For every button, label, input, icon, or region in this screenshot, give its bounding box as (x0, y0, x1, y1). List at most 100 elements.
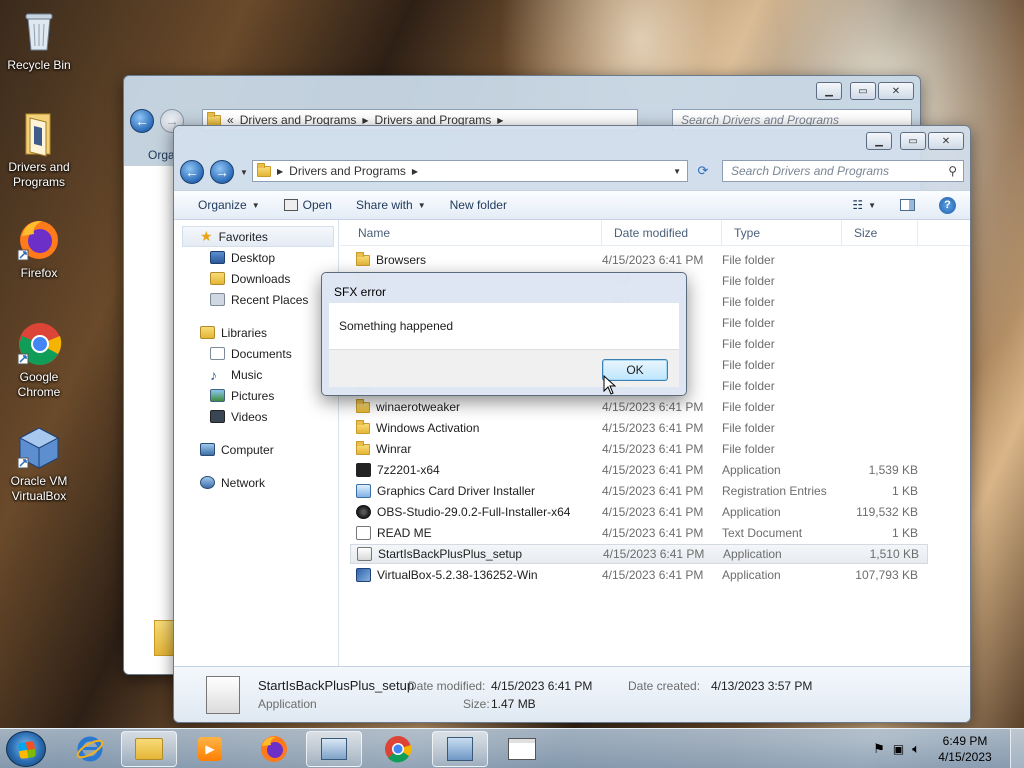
close-button[interactable]: ✕ (928, 132, 964, 150)
desktop-icon-label: Oracle VM VirtualBox (10, 474, 68, 503)
desktop-icon-recycle-bin[interactable]: Recycle Bin (1, 8, 77, 73)
column-date-modified[interactable]: Date modified (602, 220, 722, 245)
sfx-error-dialog[interactable]: SFX error Something happened OK (321, 272, 687, 396)
file-row[interactable]: StartIsBackPlusPlus_setup 4/15/2023 6:41 … (350, 544, 928, 564)
firefox-icon (16, 216, 62, 262)
nav-label: Music (231, 367, 263, 382)
file-name: READ ME (377, 526, 432, 540)
network-status-icon[interactable]: ▣ (893, 742, 904, 756)
back-button[interactable]: ← (130, 109, 154, 133)
close-button[interactable]: ✕ (878, 82, 914, 100)
volume-icon[interactable]: 🔈︎ (912, 741, 920, 757)
column-type[interactable]: Type (722, 220, 842, 245)
minimize-button[interactable]: ▁ (816, 82, 842, 100)
file-name: Winrar (376, 442, 412, 456)
recent-pages-icon[interactable]: ▼ (240, 168, 248, 177)
desktop-icon-firefox[interactable]: Firefox (1, 216, 77, 281)
maximize-button[interactable]: ▭ (850, 82, 876, 100)
file-size: 107,793 KB (855, 568, 918, 582)
file-row[interactable]: VirtualBox-5.2.38-136252-Win 4/15/2023 6:… (350, 565, 928, 585)
folder-row[interactable]: Browsers 4/15/2023 6:41 PM File folder (350, 250, 928, 270)
change-view-button[interactable]: ☷ ▼ (840, 198, 888, 212)
clock[interactable]: 6:49 PM 4/15/2023 (928, 733, 1002, 765)
details-modified-value: 4/15/2023 6:41 PM (491, 679, 593, 693)
file-type: File folder (722, 379, 775, 393)
nav-downloads[interactable]: Downloads (174, 268, 338, 289)
file-row[interactable]: 7z2201-x64 4/15/2023 6:41 PM Application 1,… (350, 460, 928, 480)
desktop-icon-virtualbox[interactable]: Oracle VM VirtualBox (1, 424, 77, 504)
share-with-label: Share with (355, 198, 413, 212)
refresh-button[interactable]: ⟳ (692, 161, 714, 181)
dialog-message: Something happened (339, 319, 454, 333)
downloads-icon (210, 272, 225, 285)
explorer-window[interactable]: ▁ ▭ ✕ ← → ▼ ▶ Drivers and Programs ▶ ▼ ⟳… (173, 125, 971, 723)
nav-videos[interactable]: Videos (174, 406, 338, 427)
forward-button[interactable]: → (210, 160, 234, 184)
taskbar-explorer[interactable] (121, 731, 177, 767)
toolbar-organize-partial[interactable]: Orga (148, 148, 175, 162)
nav-network[interactable]: Network (174, 472, 338, 493)
file-name: winaerotweaker (376, 400, 461, 414)
desktop-icon-drivers-and-programs[interactable]: Drivers and Programs (1, 110, 77, 190)
file-type: Text Document (722, 526, 803, 540)
file-row[interactable]: OBS-Studio-29.0.2-Full-Installer-x64 4/15… (350, 502, 928, 522)
nav-recent-places[interactable]: Recent Places (174, 289, 338, 310)
computer-icon (200, 443, 215, 456)
folder-icon (257, 162, 271, 177)
folder-row[interactable]: Winrar 4/15/2023 6:41 PM File folder (350, 439, 928, 459)
nav-libraries[interactable]: Libraries (174, 322, 338, 343)
file-name: Windows Activation (376, 421, 480, 435)
nav-favorites[interactable]: ★ Favorites (182, 226, 334, 247)
view-list-icon: ☷ (852, 198, 864, 212)
address-bar[interactable]: ▶ Drivers and Programs ▶ ▼ (252, 160, 688, 182)
organize-button[interactable]: Organize ▼ (174, 198, 272, 212)
column-name[interactable]: Name (340, 220, 602, 245)
nav-music[interactable]: ♪ Music (174, 364, 338, 385)
file-size: 1 KB (891, 484, 918, 498)
nav-computer[interactable]: Computer (174, 439, 338, 460)
nav-pictures[interactable]: Pictures (174, 385, 338, 406)
show-desktop-button[interactable] (1010, 729, 1024, 768)
taskbar-firefox[interactable] (246, 731, 302, 767)
system-tray: ⚑ ▣ 🔈︎ 6:49 PM 4/15/2023 (873, 729, 1024, 768)
back-button[interactable]: ← (180, 160, 204, 184)
share-with-button[interactable]: Share with ▼ (344, 198, 438, 212)
address-dropdown-icon[interactable]: ▼ (673, 167, 681, 176)
nav-desktop[interactable]: Desktop (174, 247, 338, 268)
details-size-value: 1.47 MB (491, 697, 536, 711)
maximize-button[interactable]: ▭ (900, 132, 926, 150)
open-button[interactable]: Open (272, 198, 344, 212)
folder-icon (356, 251, 370, 266)
search-input[interactable]: Search Drivers and Programs ⚲ (722, 160, 964, 182)
taskbar-network-setup[interactable] (432, 731, 488, 767)
new-folder-button[interactable]: New folder (438, 198, 519, 212)
action-center-flag-icon[interactable]: ⚑ (873, 741, 885, 757)
nav-label: Desktop (231, 250, 276, 265)
breadcrumb-item[interactable]: Drivers and Programs (289, 164, 406, 178)
preview-pane-button[interactable] (888, 199, 927, 211)
taskbar-media-player[interactable]: ▶ (182, 731, 238, 767)
nav-label: Network (221, 475, 266, 490)
details-modified-label: Date modified: (408, 679, 486, 693)
start-button[interactable] (6, 731, 46, 767)
folder-row[interactable]: Windows Activation 4/15/2023 6:41 PM File … (350, 418, 928, 438)
desktop-icon-label: Google Chrome (17, 370, 61, 399)
file-row[interactable]: READ ME 4/15/2023 6:41 PM Text Document 1 K… (350, 523, 928, 543)
file-size: 119,532 KB (856, 505, 918, 519)
taskbar-ie[interactable] (62, 731, 118, 767)
desktop-icon-google-chrome[interactable]: Google Chrome (1, 320, 77, 400)
taskbar-program-installer[interactable] (306, 731, 362, 767)
folder-row[interactable]: winaerotweaker 4/15/2023 6:41 PM File fold… (350, 397, 928, 417)
taskbar-task-list[interactable] (494, 731, 550, 767)
minimize-button[interactable]: ▁ (866, 132, 892, 150)
file-date-modified: 4/15/2023 6:41 PM (602, 253, 704, 267)
search-icon[interactable]: ⚲ (948, 164, 957, 178)
file-row[interactable]: Graphics Card Driver Installer 4/15/2023 … (350, 481, 928, 501)
column-size[interactable]: Size (842, 220, 918, 245)
file-name-cell: winaerotweaker (350, 398, 602, 414)
taskbar-chrome[interactable] (370, 731, 426, 767)
nav-documents[interactable]: Documents (174, 343, 338, 364)
help-button[interactable]: ? (927, 196, 970, 214)
file-size: 1,539 KB (868, 463, 918, 477)
folder-icon (356, 440, 370, 455)
